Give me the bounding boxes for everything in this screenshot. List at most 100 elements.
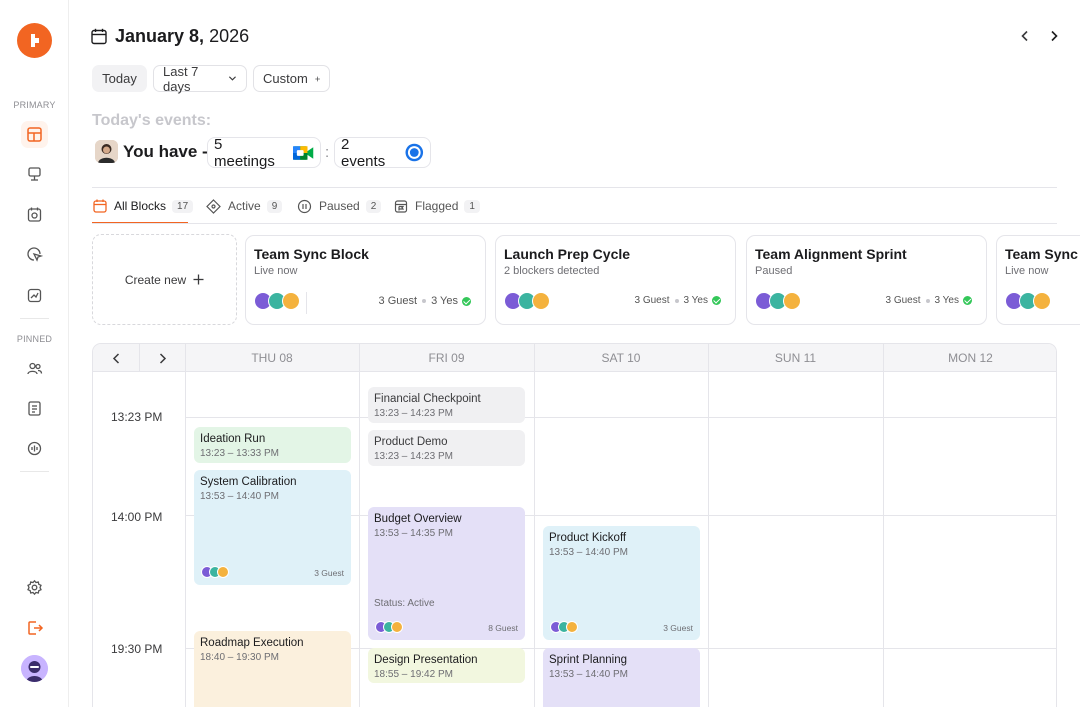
guest-avatar [391, 621, 403, 633]
event-product-kickoff[interactable]: Product Kickoff 13:53 – 14:40 PM 3 Guest [543, 526, 700, 640]
logo-mark-icon [30, 33, 39, 47]
block-card[interactable]: Team Alignment Sprint Paused 3 Guest 3 Ye… [746, 235, 987, 325]
ai-chip-icon [27, 441, 42, 456]
block-title: Team Alignment Sprint [755, 246, 907, 262]
chevron-right-icon [159, 352, 166, 364]
sidebar-item-schedule[interactable] [21, 201, 48, 228]
flag-calendar-icon [394, 200, 408, 213]
sidebar-item-logout[interactable] [21, 614, 48, 641]
tab-flagged[interactable]: Flagged 1 [394, 196, 480, 216]
meetings-count: 5 meetings [214, 135, 275, 170]
event-roadmap-execution[interactable]: Roadmap Execution 18:40 – 19:30 PM [194, 631, 351, 707]
block-status: 2 blockers detected [504, 265, 600, 277]
event-budget-overview[interactable]: Budget Overview 13:53 – 14:35 PM Status:… [368, 507, 525, 640]
guest-avatar [783, 292, 801, 310]
section-divider [92, 187, 1057, 188]
guest-avatars [254, 292, 307, 314]
event-ideation-run[interactable]: Ideation Run 13:23 – 13:33 PM [194, 427, 351, 463]
block-status: Live now [1005, 265, 1049, 277]
sidebar-item-team[interactable] [21, 355, 48, 382]
guest-count: 3 Guest [378, 295, 418, 307]
event-title: System Calibration [200, 476, 297, 488]
event-sprint-planning[interactable]: Sprint Planning 13:53 – 14:40 PM [543, 648, 700, 707]
grid-line [139, 344, 140, 372]
event-title: Ideation Run [200, 433, 266, 445]
prev-date-button[interactable] [1015, 26, 1035, 46]
tab-active[interactable]: Active 9 [206, 196, 283, 216]
event-product-demo[interactable]: Product Demo 13:23 – 14:23 PM [368, 430, 525, 466]
last-7-days-dropdown[interactable]: Last 7 days [153, 63, 247, 94]
check-circle-icon [963, 296, 972, 305]
plus-icon [315, 76, 320, 81]
block-status: Live now [254, 265, 298, 277]
block-card[interactable]: Team Sync Block Live now [996, 235, 1080, 325]
trend-chart-icon [27, 288, 42, 303]
guest-avatar [1033, 292, 1051, 310]
custom-range-button[interactable]: Custom [253, 65, 330, 92]
event-title: Design Presentation [374, 654, 478, 666]
sidebar-item-ai[interactable] [21, 435, 48, 462]
guest-count: 3 Guest [634, 295, 670, 306]
meta-dot [422, 299, 427, 303]
create-new-block-button[interactable]: Create new [92, 234, 237, 325]
time-label: 14:00 PM [111, 510, 163, 524]
chevron-right-icon [1051, 30, 1058, 42]
date-year: 2026 [204, 26, 250, 46]
event-system-calibration[interactable]: System Calibration 13:53 – 14:40 PM 3 Gu… [194, 470, 351, 585]
tab-all-blocks[interactable]: All Blocks 17 [93, 196, 194, 216]
grid-line [708, 344, 709, 707]
calendar-prev-button[interactable] [93, 344, 139, 372]
event-time: 13:53 – 14:40 PM [200, 491, 279, 502]
users-icon [27, 362, 43, 375]
user-avatar[interactable] [21, 655, 48, 682]
today-filter-button[interactable]: Today [92, 65, 147, 92]
today-label: Today [102, 71, 137, 86]
sidebar-item-notes[interactable] [21, 395, 48, 422]
sidebar-item-dashboard[interactable] [21, 121, 48, 148]
event-design-presentation[interactable]: Design Presentation 18:55 – 19:42 PM [368, 648, 525, 683]
tab-count: 17 [172, 199, 194, 213]
last-7-days-label: Last 7 days [163, 63, 199, 94]
guest-avatars [504, 292, 550, 310]
pinned-section-label: PINNED [16, 334, 53, 344]
event-guest-count: 3 Guest [314, 568, 344, 578]
todays-events-label: Today's events: [92, 112, 212, 129]
avatar-illustration-icon [21, 655, 48, 682]
next-date-button[interactable] [1044, 26, 1064, 46]
sidebar-item-settings[interactable] [21, 574, 48, 601]
sidebar-item-clicks[interactable] [21, 241, 48, 268]
calendar-next-button[interactable] [139, 344, 185, 372]
guest-avatar [532, 292, 550, 310]
custom-label: Custom [263, 71, 308, 86]
tab-label: Flagged [415, 199, 459, 213]
event-financial-checkpoint[interactable]: Financial Checkpoint 13:23 – 14:23 PM [368, 387, 525, 423]
guest-avatars [550, 621, 578, 633]
events-count-pill[interactable]: 2 events [334, 136, 431, 170]
app-logo[interactable] [17, 23, 52, 58]
settings-icon [27, 579, 42, 596]
notebook-icon [28, 401, 41, 416]
week-calendar: THU 08 FRI 09 SAT 10 SUN 11 MON 12 13:23… [92, 343, 1057, 707]
event-time: 13:23 – 14:23 PM [374, 451, 453, 462]
meetings-count-pill[interactable]: 5 meetings [207, 135, 321, 170]
calendar-app-icon [405, 143, 424, 162]
event-time: 13:53 – 14:35 PM [374, 528, 453, 539]
guest-avatars [755, 292, 801, 310]
page-title: January 8, 2026 [115, 26, 249, 47]
event-time: 13:53 – 14:40 PM [549, 669, 628, 680]
block-card[interactable]: Launch Prep Cycle 2 blockers detected 3 … [495, 235, 736, 325]
tab-paused[interactable]: Paused 2 [297, 196, 382, 216]
guest-avatar [282, 292, 300, 310]
date-bold: January 8, [115, 26, 205, 46]
event-guest-count: 3 Guest [663, 623, 693, 633]
chevron-down-icon [229, 76, 237, 81]
event-time: 13:23 – 14:23 PM [374, 408, 453, 419]
dashboard-icon [27, 127, 42, 142]
sidebar-item-analytics[interactable] [21, 282, 48, 309]
tab-label: All Blocks [114, 199, 167, 213]
event-time: 18:55 – 19:42 PM [374, 669, 453, 680]
block-card[interactable]: Team Sync Block Live now 3 Guest 3 Yes [245, 235, 486, 325]
day-header-fri: FRI 09 [428, 351, 465, 365]
sidebar-item-presentation[interactable] [21, 161, 48, 188]
create-new-label: Create new [124, 272, 187, 287]
